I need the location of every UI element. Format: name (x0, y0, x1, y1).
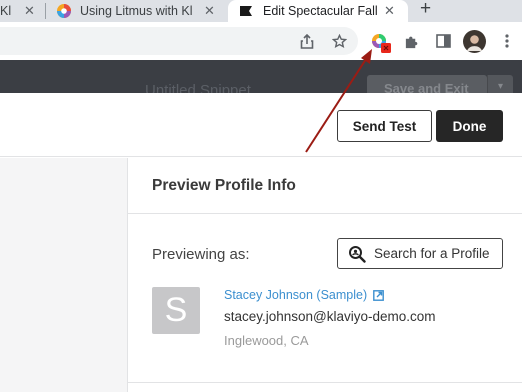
search-profile-button[interactable]: Search for a Profile (337, 238, 503, 269)
litmus-extension-icon[interactable] (370, 32, 392, 54)
action-bar: Send Test Done (0, 93, 522, 157)
star-icon[interactable] (331, 33, 347, 49)
new-tab-icon[interactable]: + (420, 0, 431, 20)
profile-email: stacey.johnson@klaviyo-demo.com (224, 309, 436, 324)
divider (128, 213, 522, 214)
litmus-favicon-icon (56, 3, 72, 19)
profile-location: Inglewood, CA (224, 333, 309, 348)
browser-tabstrip: Kl ✕ Using Litmus with Kl ✕ Edit Spectac… (0, 0, 522, 22)
editor-canvas-pane (0, 158, 127, 392)
divider (128, 382, 522, 383)
tab-label: Using Litmus with Kl (80, 4, 193, 18)
profile-name: Stacey Johnson (Sample) (224, 288, 368, 302)
tab-klaviyo[interactable]: Kl ✕ (0, 0, 44, 22)
previewing-as-label: Previewing as: (152, 246, 250, 263)
tab-close-icon[interactable]: ✕ (384, 3, 395, 19)
send-test-button[interactable]: Send Test (337, 110, 432, 142)
sidepanel-icon[interactable] (435, 33, 451, 49)
search-profile-label: Search for a Profile (374, 246, 490, 261)
profile-avatar: S (152, 287, 200, 334)
app-header: Untitled Snippet Save and Exit ▾ (0, 60, 522, 99)
tab-close-icon[interactable]: ✕ (24, 3, 35, 19)
tab-label: Edit Spectacular Fall (263, 4, 378, 18)
tab-separator (45, 3, 46, 19)
done-button[interactable]: Done (436, 110, 503, 142)
browser-toolbar (0, 22, 522, 60)
puzzle-icon[interactable] (403, 33, 419, 49)
klaviyo-favicon-icon (239, 4, 253, 18)
tab-close-icon[interactable]: ✕ (204, 3, 215, 19)
tab-litmus[interactable]: Using Litmus with Kl ✕ (50, 0, 226, 22)
user-avatar-icon[interactable] (463, 30, 486, 53)
section-title: Preview Profile Info (152, 177, 296, 194)
preview-profile-panel: Preview Profile Info Previewing as: Sear… (127, 158, 522, 392)
tab-label: Kl (0, 4, 12, 18)
tab-edit-campaign[interactable]: Edit Spectacular Fall ✕ (228, 0, 408, 22)
search-icon (349, 245, 366, 263)
share-icon[interactable] (299, 33, 315, 49)
external-link-icon (373, 289, 385, 301)
profile-name-link[interactable]: Stacey Johnson (Sample) (224, 288, 385, 302)
kebab-menu-icon[interactable] (503, 33, 511, 49)
